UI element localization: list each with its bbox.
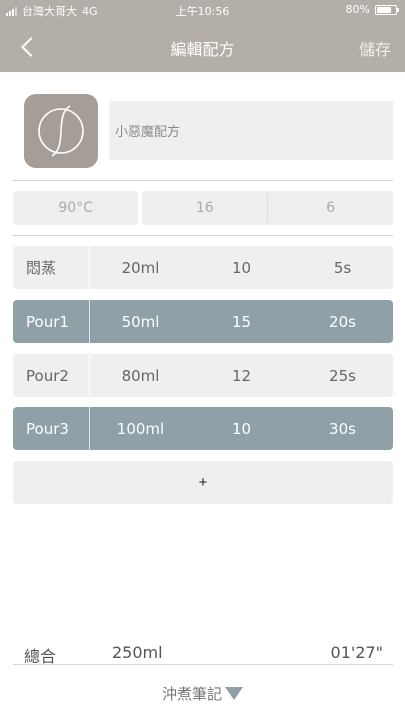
status-right: 80% [345, 3, 399, 16]
step-volume: 100ml [116, 419, 165, 438]
param-field-b[interactable]: 6 [268, 191, 393, 225]
brew-params-row: 90°C 16 6 [13, 191, 393, 225]
save-button[interactable]: 儲存 [359, 36, 391, 60]
total-time: 01'27" [330, 643, 383, 662]
step-label: Pour3 [26, 419, 69, 438]
step-time: 20s [329, 312, 356, 331]
step-label: Pour2 [26, 366, 69, 385]
temperature-field[interactable]: 90°C [13, 191, 139, 225]
step-volume: 80ml [121, 366, 160, 385]
recipe-name-input[interactable] [109, 101, 393, 160]
battery-icon [375, 4, 399, 15]
triangle-down-icon [225, 687, 243, 700]
divider [13, 180, 393, 181]
step-time: 5s [333, 258, 352, 277]
nav-bar: 編輯配方 儲存 [0, 20, 405, 72]
battery-percent: 80% [345, 3, 370, 16]
step-time: 25s [329, 366, 356, 385]
step-row-bloom[interactable]: 悶蒸 20ml 10 5s [13, 246, 393, 289]
step-label: Pour1 [26, 312, 69, 331]
brew-notes-label: 沖煮筆記 [161, 685, 222, 703]
step-volume: 50ml [121, 312, 160, 331]
add-step-button[interactable]: + [13, 461, 393, 504]
step-label: 悶蒸 [26, 259, 57, 277]
divider [13, 235, 393, 236]
step-row-pour3[interactable]: Pour3 100ml 10 30s [13, 407, 393, 450]
page-title: 編輯配方 [170, 40, 235, 59]
param-field-a[interactable]: 16 [142, 191, 267, 225]
param-split-group: 16 6 [142, 191, 393, 225]
step-row-pour2[interactable]: Pour2 80ml 12 25s [13, 354, 393, 397]
status-time: 上午10:56 [175, 5, 230, 18]
step-value: 15 [231, 312, 252, 331]
step-value: 12 [231, 366, 252, 385]
step-value: 10 [231, 419, 252, 438]
step-time: 30s [329, 419, 356, 438]
brew-notes-toggle[interactable]: 沖煮筆記 [0, 683, 405, 704]
step-volume: 20ml [121, 258, 160, 277]
status-bar: 台灣大哥大 4G 上午10:56 80% [0, 0, 405, 20]
step-value: 10 [231, 258, 252, 277]
recipe-logo-icon[interactable] [24, 94, 98, 168]
total-volume: 250ml [112, 643, 163, 662]
step-row-pour1[interactable]: Pour1 50ml 15 20s [13, 300, 393, 343]
divider [13, 664, 393, 665]
